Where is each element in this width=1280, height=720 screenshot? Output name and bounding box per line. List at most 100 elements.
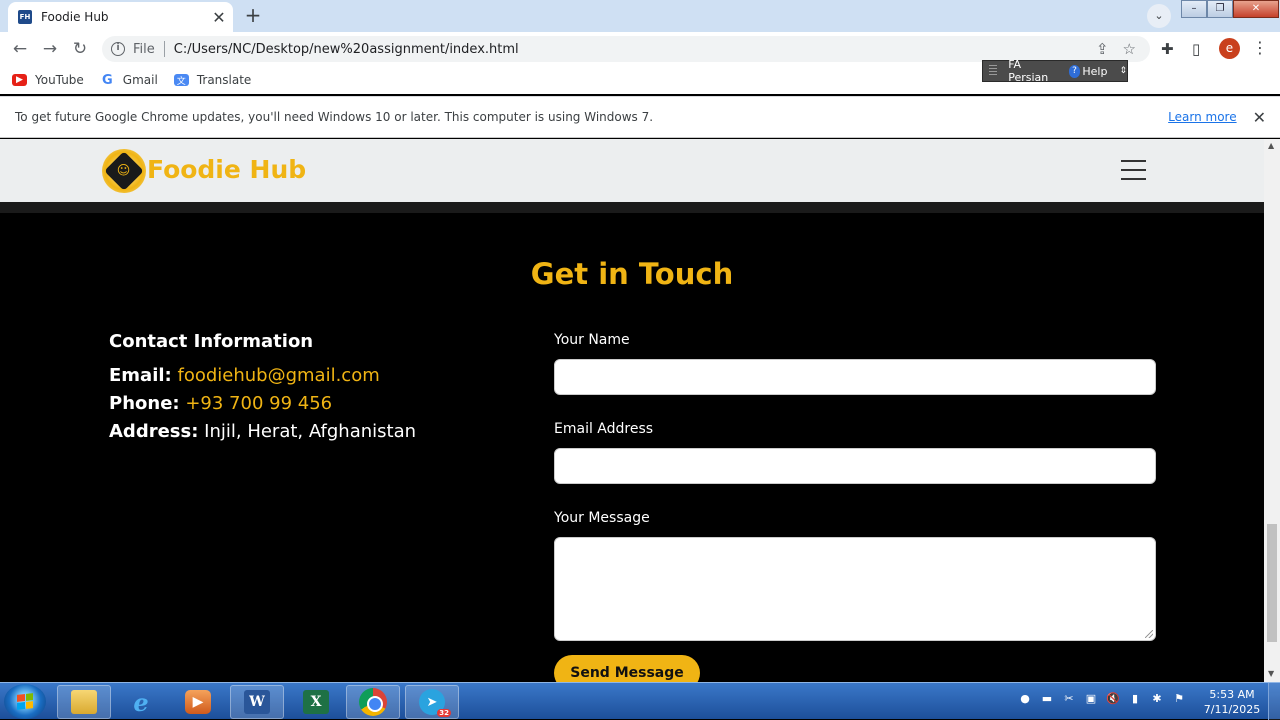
send-message-button[interactable]: Send Message	[554, 655, 700, 682]
taskbar-excel[interactable]: X	[289, 685, 343, 719]
name-label: Your Name	[554, 332, 630, 348]
profile-avatar[interactable]: e	[1219, 38, 1240, 59]
folder-icon	[71, 690, 97, 714]
page-viewport: ☺ Foodie Hub Get in Touch Contact Inform…	[0, 139, 1264, 682]
new-tab-button[interactable]: +	[240, 4, 266, 28]
hamburger-menu-icon[interactable]	[1121, 160, 1146, 180]
excel-icon: X	[303, 690, 329, 714]
message-label: Your Message	[554, 510, 650, 526]
tab-foodie-hub[interactable]: FH Foodie Hub ✕	[8, 2, 233, 32]
youtube-icon: ▶	[12, 74, 27, 86]
window-controls: – ❐ ✕	[1181, 0, 1279, 18]
bookmark-gmail[interactable]: G Gmail	[100, 72, 158, 88]
taskbar-chrome[interactable]	[346, 685, 400, 719]
contact-phone: Phone: +93 700 99 456	[109, 390, 416, 418]
menu-icon[interactable]: ⋮	[1252, 38, 1268, 57]
signal-icon[interactable]: ▮	[1128, 692, 1142, 706]
tray-network-adapter-icon[interactable]: ▬	[1040, 692, 1054, 706]
word-icon: W	[244, 690, 270, 714]
bookmark-label: Gmail	[122, 73, 158, 87]
brand-name[interactable]: Foodie Hub	[147, 155, 306, 184]
name-input[interactable]	[554, 359, 1156, 395]
contact-form: Your Name Email Address Your Message Sen…	[554, 332, 1156, 682]
drag-handle-icon[interactable]	[989, 65, 998, 77]
bookmark-youtube[interactable]: ▶ YouTube	[12, 73, 84, 87]
bookmark-label: YouTube	[35, 73, 84, 87]
taskbar-explorer[interactable]	[57, 685, 111, 719]
windows-logo-icon	[17, 693, 33, 710]
omnibox-divider	[163, 41, 165, 57]
internet-explorer-icon: e	[133, 687, 149, 717]
help-label[interactable]: Help	[1082, 65, 1107, 78]
bookmark-star-icon[interactable]: ☆	[1123, 40, 1136, 58]
infobar-message: To get future Google Chrome updates, you…	[15, 110, 654, 124]
phone-value[interactable]: +93 700 99 456	[185, 393, 332, 414]
reload-button[interactable]: ↻	[68, 38, 92, 60]
minimize-button[interactable]: –	[1181, 0, 1207, 18]
taskbar-word[interactable]: W	[230, 685, 284, 719]
section-title: Get in Touch	[530, 257, 734, 291]
scroll-thumb[interactable]	[1267, 524, 1277, 642]
url-text[interactable]: C:/Users/NC/Desktop/new%20assignment/ind…	[174, 42, 1096, 57]
address-value: Injil, Herat, Afghanistan	[204, 421, 417, 442]
taskbar-media-player[interactable]: ▶	[171, 685, 225, 719]
media-player-icon: ▶	[185, 690, 211, 714]
start-button[interactable]	[4, 684, 46, 719]
tab-close-icon[interactable]: ✕	[209, 8, 229, 27]
site-navbar: ☺ Foodie Hub	[0, 139, 1264, 213]
tray-app-icon[interactable]: ●	[1018, 692, 1032, 706]
tab-strip: FH Foodie Hub ✕ + ⌄ – ❐ ✕	[0, 0, 1280, 32]
side-panel-icon[interactable]: ▯	[1192, 40, 1200, 58]
page-scrollbar[interactable]: ▲ ▼	[1264, 139, 1280, 682]
taskbar-internet-explorer[interactable]: e	[114, 685, 168, 719]
system-clock[interactable]: 5:53 AM 7/11/2025	[1200, 687, 1264, 717]
bluetooth-icon[interactable]: ✱	[1150, 692, 1164, 706]
address-bar[interactable]: i File C:/Users/NC/Desktop/new%20assignm…	[102, 36, 1150, 62]
options-icon[interactable]: ⇕	[1119, 66, 1127, 76]
forward-button[interactable]: →	[38, 38, 62, 60]
infobar-close-icon[interactable]: ✕	[1253, 108, 1266, 127]
tray-device-icon[interactable]: ▣	[1084, 692, 1098, 706]
tray-snipping-icon[interactable]: ✂	[1062, 692, 1076, 706]
google-icon: G	[101, 72, 113, 88]
clock-time: 5:53 AM	[1209, 688, 1255, 701]
window-close-button[interactable]: ✕	[1233, 0, 1279, 18]
tab-search-button[interactable]: ⌄	[1147, 4, 1171, 28]
bookmark-translate[interactable]: 文 Translate	[173, 73, 251, 87]
extensions-icon[interactable]: ✚	[1161, 40, 1174, 58]
windows-taskbar: e ▶ W X ➤ 32 ● ▬ ✂ ▣ 🔇 ▮ ✱ ⚑ 5:53 AM 7/1…	[0, 682, 1280, 720]
message-textarea[interactable]	[554, 537, 1156, 641]
address-label: Address:	[109, 421, 199, 442]
learn-more-link[interactable]: Learn more	[1168, 110, 1236, 124]
system-tray: ● ▬ ✂ ▣ 🔇 ▮ ✱ ⚑	[1018, 692, 1186, 706]
clock-date: 7/11/2025	[1203, 703, 1261, 716]
url-scheme: File	[133, 41, 155, 57]
taskbar-telegram[interactable]: ➤ 32	[405, 685, 459, 719]
scroll-up-icon[interactable]: ▲	[1268, 141, 1274, 150]
show-desktop-button[interactable]	[1268, 683, 1280, 720]
email-value[interactable]: foodiehub@gmail.com	[177, 365, 379, 386]
language-bar[interactable]: FA Persian ? Help ⇕	[982, 58, 1128, 84]
unread-badge: 32	[437, 709, 451, 717]
chrome-icon	[359, 688, 387, 716]
site-info-icon[interactable]: i	[111, 42, 125, 56]
telegram-icon: ➤ 32	[419, 689, 451, 717]
tab-title: Foodie Hub	[41, 10, 109, 24]
volume-muted-icon[interactable]: 🔇	[1106, 692, 1120, 706]
back-button[interactable]: ←	[8, 38, 32, 60]
contact-heading: Contact Information	[109, 331, 314, 352]
email-input[interactable]	[554, 448, 1156, 484]
logo-glyph: ☺	[117, 163, 131, 179]
language-label[interactable]: FA Persian	[1008, 58, 1059, 84]
maximize-button[interactable]: ❐	[1207, 0, 1233, 18]
site-favicon-icon: FH	[18, 10, 32, 24]
contact-address: Address: Injil, Herat, Afghanistan	[109, 418, 416, 446]
email-label: Email:	[109, 365, 172, 386]
scroll-down-icon[interactable]: ▼	[1268, 669, 1274, 678]
update-infobar: To get future Google Chrome updates, you…	[0, 96, 1280, 138]
telegram-glyph: ➤	[426, 694, 438, 710]
email-address-label: Email Address	[554, 421, 654, 437]
share-icon[interactable]: ⇪	[1096, 40, 1109, 58]
action-center-flag-icon[interactable]: ⚑	[1172, 692, 1186, 706]
logo-icon[interactable]: ☺	[102, 149, 146, 193]
